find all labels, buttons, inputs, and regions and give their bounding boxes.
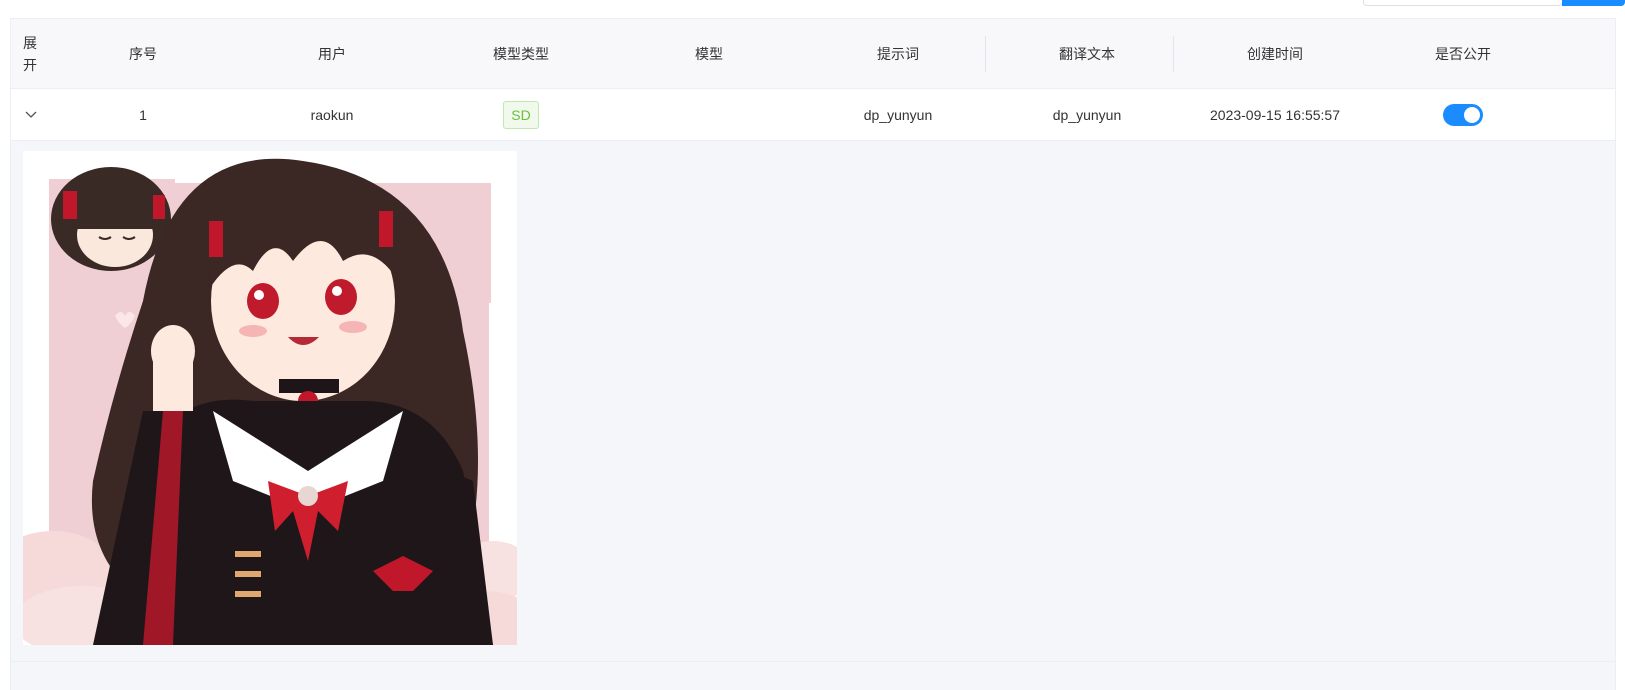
cell-prompt: dp_yunyun [863,106,933,123]
cell-model [615,89,803,140]
toggle-knob [1464,106,1480,123]
column-separator[interactable] [1173,36,1174,72]
cell-is-public [1369,89,1557,140]
header-model: 模型 [695,45,723,62]
search-input[interactable] [1363,0,1563,6]
header-is-public: 是否公开 [1435,45,1491,62]
column-separator[interactable] [985,36,986,72]
header-translation: 翻译文本 [1059,45,1115,62]
search-button[interactable] [1562,0,1625,6]
cell-created-at: 2023-09-15 16:55:57 [1210,106,1340,123]
header-model-type: 模型类型 [493,45,549,62]
table-header: 展开 序号 用户 模型类型 模型 提示词 翻译文本 创建时间 是否公开 [11,19,1615,89]
cell-translation: dp_yunyun [1052,106,1122,123]
image-records-table: 展开 序号 用户 模型类型 模型 提示词 翻译文本 创建时间 是否公开 1 ra… [10,18,1616,690]
generated-image [23,151,517,645]
expanded-row-content [11,141,1615,661]
header-prompt: 提示词 [877,45,919,62]
cell-index: 1 [139,106,147,123]
public-toggle[interactable] [1443,103,1483,126]
cell-model-type: SD [427,89,615,140]
model-type-tag: SD [503,100,539,129]
cell-user: raokun [310,106,354,123]
header-index: 序号 [129,45,157,62]
table-row: 1 raokun SD dp_yunyun dp_yunyun 2023-09-… [11,89,1615,141]
header-user: 用户 [318,45,346,62]
header-expand: 展开 [23,35,37,73]
chevron-down-icon[interactable] [25,107,37,118]
table-bottom-border [11,661,1615,662]
header-created-at: 创建时间 [1247,45,1303,62]
